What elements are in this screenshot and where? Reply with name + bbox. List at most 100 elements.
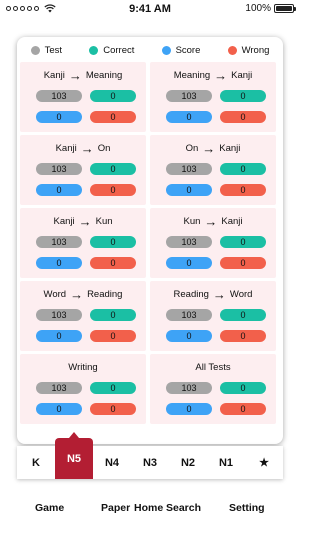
legend-item-correct: Correct xyxy=(89,45,134,56)
test-from-label: Kanji xyxy=(55,143,77,154)
wrong-count-badge: 0 xyxy=(220,184,266,196)
tab-paper[interactable]: Paper xyxy=(101,502,130,514)
score-badge: 0 xyxy=(36,111,82,123)
test-count-badge: 103 xyxy=(36,163,82,175)
correct-count-badge: 0 xyxy=(220,382,266,394)
test-cell-meaning-kanji[interactable]: Meaning → Kanji 103 0 0 0 xyxy=(150,62,276,132)
score-badge: 0 xyxy=(166,330,212,342)
correct-count-badge: 0 xyxy=(220,163,266,175)
legend-item-test: Test xyxy=(30,45,62,56)
tab-setting[interactable]: Setting xyxy=(229,502,265,514)
level-tab-n2[interactable]: N2 xyxy=(169,446,207,479)
tab-home[interactable]: Home xyxy=(134,502,163,514)
bottom-tab-bar: Game Paper Home Search Setting xyxy=(0,490,300,520)
test-from-label: Reading xyxy=(173,289,209,300)
correct-count-badge: 0 xyxy=(220,90,266,102)
score-badge: 0 xyxy=(36,330,82,342)
test-to-label: Word xyxy=(229,289,253,300)
test-count-badge: 103 xyxy=(36,90,82,102)
score-badge: 0 xyxy=(166,184,212,196)
test-to-label: On xyxy=(97,143,111,154)
test-title: On → Kanji xyxy=(150,140,276,156)
test-title: Kun → Kanji xyxy=(150,213,276,229)
test-title: Writing xyxy=(20,362,146,373)
arrow-right-icon: → xyxy=(204,213,218,229)
wrong-count-badge: 0 xyxy=(220,111,266,123)
arrow-right-icon: → xyxy=(212,286,226,302)
correct-count-badge: 0 xyxy=(90,382,136,394)
test-cell-kanji-kun[interactable]: Kanji → Kun 103 0 0 0 xyxy=(20,208,146,278)
test-title: Kanji → Kun xyxy=(20,213,146,229)
legend-dot-wrong xyxy=(227,45,237,55)
test-count-badge: 103 xyxy=(166,90,212,102)
test-cell-reading-word[interactable]: Reading → Word 103 0 0 0 xyxy=(150,281,276,351)
test-title: Reading → Word xyxy=(150,286,276,302)
wrong-count-badge: 0 xyxy=(90,403,136,415)
test-count-badge: 103 xyxy=(166,163,212,175)
level-tab-n1[interactable]: N1 xyxy=(207,446,245,479)
jlpt-level-selector: K N5 N4 N3 N2 N1 ★ xyxy=(17,432,283,479)
test-to-label: Kanji xyxy=(219,143,241,154)
legend-label-correct: Correct xyxy=(103,44,135,56)
score-badge: 0 xyxy=(36,184,82,196)
test-cell-kun-kanji[interactable]: Kun → Kanji 103 0 0 0 xyxy=(150,208,276,278)
wrong-count-badge: 0 xyxy=(220,257,266,269)
legend-item-score: Score xyxy=(161,44,201,56)
test-cell-all-tests[interactable]: All Tests 103 0 0 0 xyxy=(150,354,276,424)
test-from-label: Meaning xyxy=(173,70,211,81)
test-count-badge: 103 xyxy=(166,382,212,394)
wrong-count-badge: 0 xyxy=(90,111,136,123)
test-title: Word → Reading xyxy=(20,286,146,302)
tab-search[interactable]: Search xyxy=(166,502,201,514)
test-count-badge: 103 xyxy=(166,236,212,248)
status-bar: 9:41 AM 100% xyxy=(0,0,300,18)
legend-dot-test xyxy=(30,45,40,55)
test-title-label: Writing xyxy=(68,362,98,373)
test-to-label: Meaning xyxy=(85,70,123,81)
score-badge: 0 xyxy=(166,111,212,123)
test-from-label: Kun xyxy=(183,216,201,227)
test-count-badge: 103 xyxy=(36,236,82,248)
test-grid: Kanji → Meaning 103 0 0 0 Meaning → Kanj… xyxy=(20,62,280,424)
arrow-right-icon: → xyxy=(214,67,228,83)
test-cell-writing[interactable]: Writing 103 0 0 0 xyxy=(20,354,146,424)
score-badge: 0 xyxy=(36,257,82,269)
wrong-count-badge: 0 xyxy=(90,184,136,196)
arrow-right-icon: → xyxy=(70,286,84,302)
correct-count-badge: 0 xyxy=(90,236,136,248)
arrow-right-icon: → xyxy=(78,213,92,229)
test-cell-on-kanji[interactable]: On → Kanji 103 0 0 0 xyxy=(150,135,276,205)
test-from-label: Kanji xyxy=(53,216,75,227)
test-to-label: Reading xyxy=(87,289,123,300)
test-from-label: Word xyxy=(43,289,67,300)
legend-item-wrong: Wrong xyxy=(227,44,270,56)
test-cell-kanji-on[interactable]: Kanji → On 103 0 0 0 xyxy=(20,135,146,205)
legend-dot-score xyxy=(161,45,171,55)
level-tab-n5[interactable]: N5 xyxy=(55,432,93,479)
arrow-right-icon: → xyxy=(68,67,82,83)
test-cell-word-reading[interactable]: Word → Reading 103 0 0 0 xyxy=(20,281,146,351)
test-to-label: Kun xyxy=(95,216,113,227)
test-cell-kanji-meaning[interactable]: Kanji → Meaning 103 0 0 0 xyxy=(20,62,146,132)
level-tab-k[interactable]: K xyxy=(17,446,55,479)
correct-count-badge: 0 xyxy=(90,90,136,102)
test-count-badge: 103 xyxy=(166,309,212,321)
arrow-right-icon: → xyxy=(80,140,94,156)
wrong-count-badge: 0 xyxy=(220,330,266,342)
test-stats-card: Test Correct Score Wrong Kanji → Meaning… xyxy=(17,37,283,444)
test-from-label: Kanji xyxy=(43,70,65,81)
test-from-label: On xyxy=(185,143,199,154)
correct-count-badge: 0 xyxy=(220,309,266,321)
test-title-label: All Tests xyxy=(195,362,231,373)
legend-label-wrong: Wrong xyxy=(241,44,270,56)
wrong-count-badge: 0 xyxy=(220,403,266,415)
correct-count-badge: 0 xyxy=(90,309,136,321)
level-tab-n4[interactable]: N4 xyxy=(93,446,131,479)
level-tab-n3[interactable]: N3 xyxy=(131,446,169,479)
tab-game[interactable]: Game xyxy=(35,502,64,514)
wrong-count-badge: 0 xyxy=(90,330,136,342)
correct-count-badge: 0 xyxy=(90,163,136,175)
legend-label-score: Score xyxy=(175,44,201,56)
favorites-star-icon[interactable]: ★ xyxy=(245,446,283,479)
arrow-right-icon: → xyxy=(202,140,216,156)
